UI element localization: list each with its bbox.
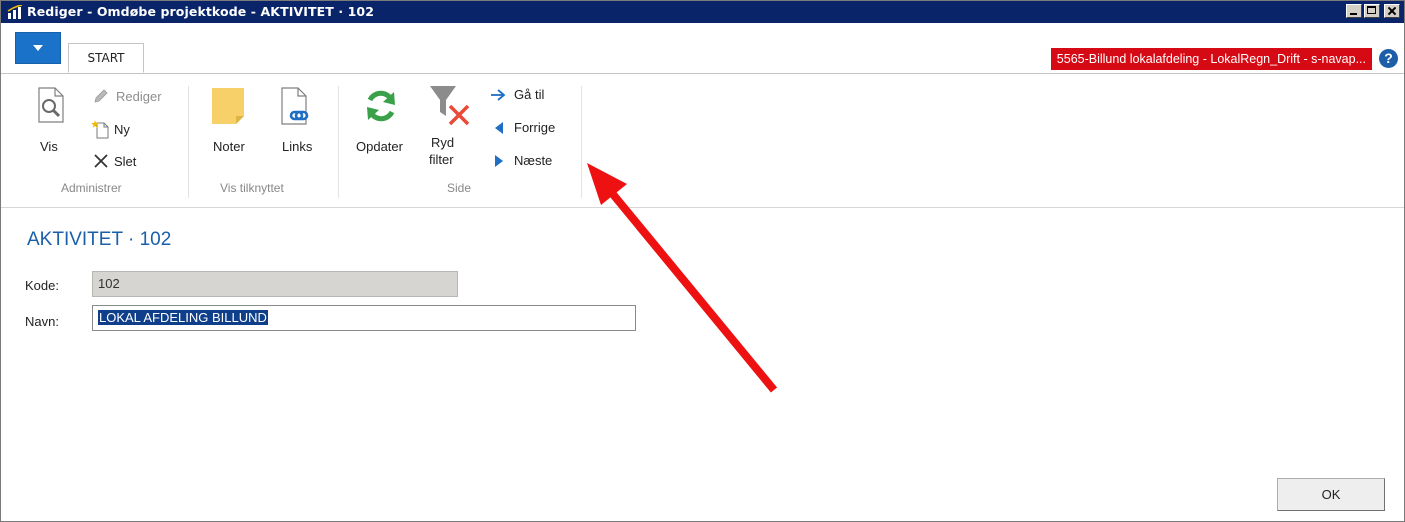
card-content: AKTIVITET · 102 Kode: 102 Navn: LOKAL AF… [1,208,1404,521]
link-page-icon [281,87,309,125]
ribbon-separator [581,86,582,198]
navn-label: Navn: [25,314,59,329]
dialog-window: Rediger - Omdøbe projektkode - AKTIVITET… [0,0,1405,522]
ok-button[interactable]: OK [1277,478,1385,511]
ribbon-group-label-side: Side [447,181,472,195]
filter-label: filter [429,152,454,167]
new-page-icon [91,120,109,139]
window-controls [1346,4,1400,18]
title-bar: Rediger - Omdøbe projektkode - AKTIVITET… [1,1,1404,23]
triangle-right-icon [495,155,503,167]
help-icon[interactable]: ? [1379,49,1398,68]
navn-value: LOKAL AFDELING BILLUND [98,310,268,325]
ribbon: Vis Rediger Ny Slet Administrer Noter Li… [1,74,1404,208]
arrow-right-icon [491,89,506,101]
clear-filter-icon [430,86,470,126]
page-title: AKTIVITET · 102 [27,229,172,250]
app-chart-icon [7,5,23,19]
minimize-button[interactable] [1346,4,1362,18]
pencil-icon [94,89,108,103]
ribbon-tabstrip: START 5565-Billund lokalafdeling - Lokal… [1,23,1404,74]
kode-label: Kode: [25,278,59,293]
x-delete-icon [94,154,108,168]
kode-value: 102 [98,276,120,291]
kode-field[interactable]: 102 [92,271,458,297]
ny-label: Ny [114,122,130,137]
triangle-left-icon [495,122,503,134]
company-badge: 5565-Billund lokalafdeling - LokalRegn_D… [1050,48,1372,70]
close-button[interactable] [1384,4,1400,18]
forrige-label: Forrige [514,120,556,135]
ryd-label: Ryd [431,135,455,150]
magnifier-page-icon [38,87,64,123]
naeste-label: Næste [514,153,553,168]
opdater-label: Opdater [356,139,403,154]
links-label: Links [282,139,313,154]
sticky-note-icon [212,88,244,124]
navn-field[interactable]: LOKAL AFDELING BILLUND [92,305,636,331]
ribbon-group-label-vis-tilknyttet: Vis tilknyttet [220,181,284,195]
maximize-button[interactable] [1364,4,1380,18]
ribbon-group-label-administrer: Administrer [61,181,122,195]
refresh-icon [367,90,395,122]
slet-label: Slet [114,154,137,169]
window-title: Rediger - Omdøbe projektkode - AKTIVITET… [27,4,375,19]
rediger-label: Rediger [116,89,162,104]
gaa-til-label: Gå til [514,87,545,102]
application-menu-button[interactable] [15,32,61,64]
chevron-down-icon [33,45,43,51]
tab-start[interactable]: START [68,43,144,73]
noter-label: Noter [213,139,245,154]
ribbon-separator [338,86,339,198]
vis-label: Vis [40,139,58,154]
ribbon-separator [188,86,189,198]
